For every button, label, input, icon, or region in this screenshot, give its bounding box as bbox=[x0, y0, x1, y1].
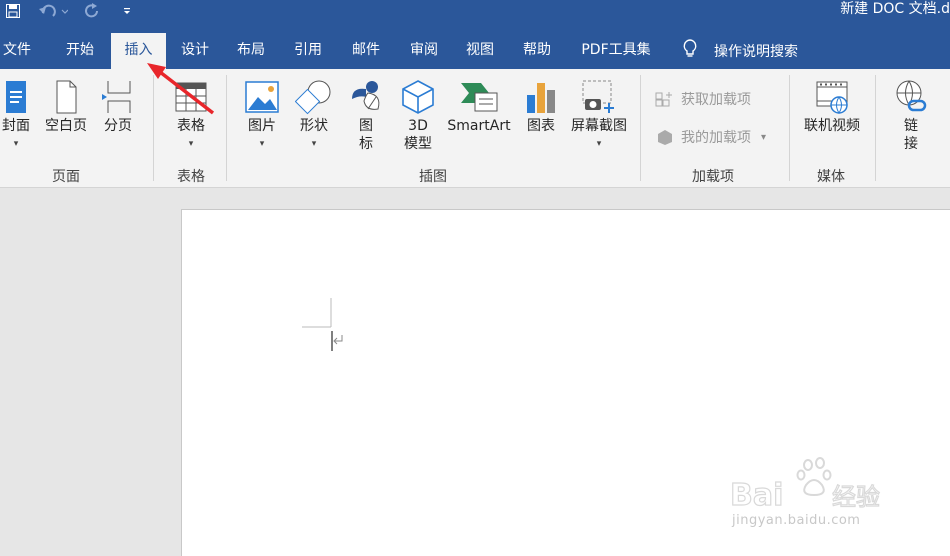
svg-text:Bai: Bai bbox=[730, 478, 783, 513]
svg-text:经验: 经验 bbox=[832, 483, 880, 511]
watermark-url: jingyan.baidu.com bbox=[732, 513, 861, 528]
baidu-watermark: Bai 经验 jingyan.baidu.com bbox=[728, 455, 908, 545]
baidu-paw-logo: Bai 经验 bbox=[729, 457, 881, 514]
